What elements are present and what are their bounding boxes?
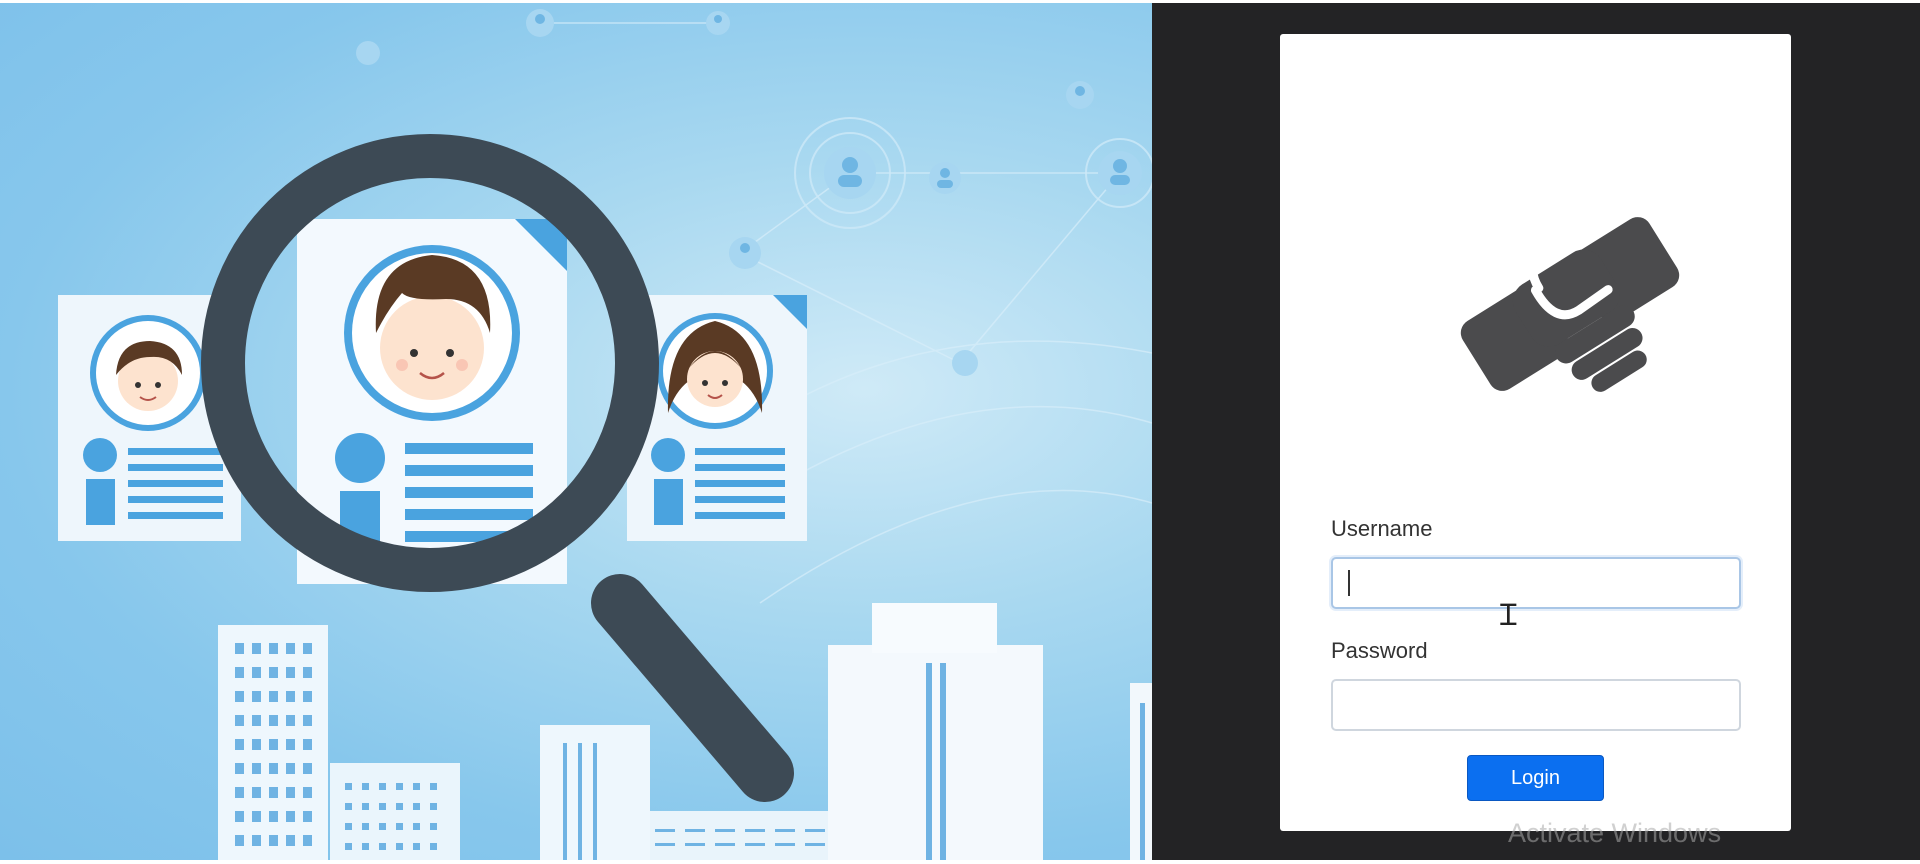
password-label: Password: [1331, 638, 1428, 663]
password-input[interactable]: [1331, 679, 1741, 731]
handshake-icon: [1450, 184, 1690, 424]
activate-windows-watermark: Activate Windows: [1508, 818, 1722, 848]
username-label: Username: [1331, 516, 1433, 541]
bottom-border: [0, 860, 1920, 864]
text-caret: [1348, 570, 1350, 596]
login-button[interactable]: Login: [1467, 755, 1604, 801]
login-card: Username Password Login: [1280, 34, 1791, 831]
recruitment-search-illustration: [58, 9, 1152, 860]
text-cursor-icon: Ɪ: [1500, 598, 1517, 633]
hero-illustration: [0, 3, 1152, 860]
username-input[interactable]: [1331, 557, 1741, 609]
login-panel: Username Password Login: [1152, 3, 1920, 860]
